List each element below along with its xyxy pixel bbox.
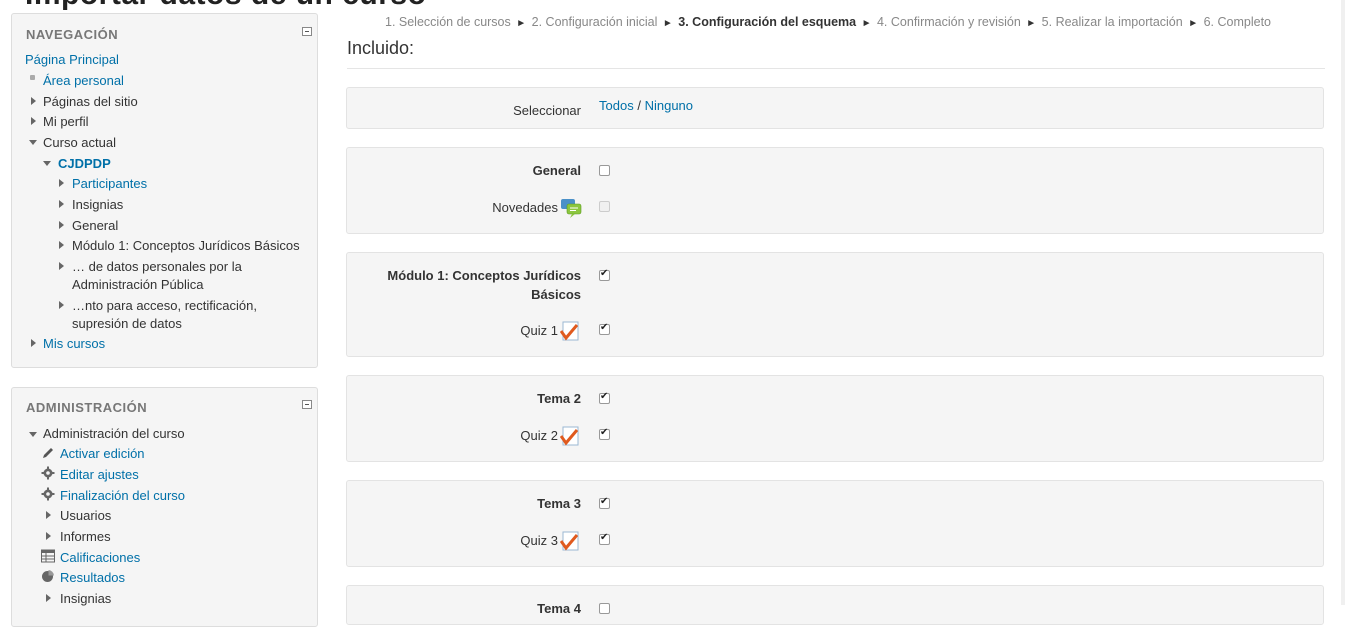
- nav-section-acceso[interactable]: …nto para acceso, rectificación,: [72, 298, 257, 314]
- collapse-arrow-icon[interactable]: [43, 161, 51, 166]
- quiz-icon: [560, 531, 579, 551]
- admin-informes[interactable]: Informes: [60, 529, 111, 545]
- expand-arrow-icon[interactable]: [59, 221, 64, 229]
- navigation-block-title: NAVEGACIÓN: [26, 27, 119, 42]
- step-separator: ►: [516, 18, 527, 29]
- expand-arrow-icon[interactable]: [59, 301, 64, 309]
- expand-arrow-icon[interactable]: [59, 262, 64, 270]
- nav-section-general[interactable]: General: [72, 218, 118, 234]
- nav-mis-cursos[interactable]: Mis cursos: [43, 336, 105, 352]
- admin-activar-edicion[interactable]: Activar edición: [60, 446, 145, 462]
- pencil-icon: [43, 448, 53, 458]
- section-checkbox[interactable]: [599, 496, 610, 509]
- select-none-link[interactable]: Ninguno: [645, 98, 693, 113]
- admin-curso[interactable]: Administración del curso: [43, 426, 185, 442]
- admin-resultados[interactable]: Resultados: [60, 570, 125, 586]
- section-title: Tema 4: [537, 601, 581, 616]
- quiz-icon: [560, 426, 579, 446]
- activity-label: Quiz 3: [520, 533, 558, 548]
- bullet-icon: [30, 75, 35, 80]
- step-separator: ►: [1026, 18, 1037, 29]
- expand-arrow-icon[interactable]: [46, 511, 51, 519]
- expand-arrow-icon[interactable]: [46, 532, 51, 540]
- section-tema-4: Tema 4: [346, 585, 1324, 625]
- section-title: Tema 3: [537, 496, 581, 511]
- step-separator: ►: [662, 18, 673, 29]
- section-checkbox[interactable]: [599, 391, 610, 404]
- nav-section-datos-personales-line2[interactable]: Administración Pública: [72, 277, 204, 293]
- activity-checkbox[interactable]: [599, 201, 610, 212]
- step-6: 6. Completo: [1203, 15, 1271, 29]
- nav-section-modulo1[interactable]: Módulo 1: Conceptos Jurídicos Básicos: [72, 238, 300, 254]
- divider: [347, 68, 1325, 69]
- nav-mi-perfil[interactable]: Mi perfil: [43, 114, 89, 130]
- expand-arrow-icon[interactable]: [31, 97, 36, 105]
- activity-label: Quiz 1: [520, 323, 558, 338]
- collapse-icon[interactable]: [302, 400, 312, 409]
- section-tema-2: Tema 2 Quiz 2: [346, 375, 1324, 462]
- nav-home-link[interactable]: Página Principal: [25, 52, 119, 68]
- import-steps: 1. Selección de cursos ► 2. Configuració…: [385, 15, 1271, 29]
- administration-block-title: ADMINISTRACIÓN: [26, 400, 148, 415]
- nav-section-datos-personales[interactable]: … de datos personales por la: [72, 259, 242, 275]
- forum-icon: [561, 199, 582, 218]
- expand-arrow-icon[interactable]: [59, 179, 64, 187]
- gear-icon: [41, 487, 55, 501]
- included-title: Incluido:: [347, 38, 415, 58]
- collapse-arrow-icon[interactable]: [29, 432, 37, 437]
- activity-label: Novedades: [492, 200, 558, 215]
- step-1: 1. Selección de cursos: [385, 15, 511, 29]
- expand-arrow-icon[interactable]: [59, 200, 64, 208]
- section-title: Tema 2: [537, 391, 581, 406]
- navigation-block: NAVEGACIÓN Página Principal Área persona…: [11, 13, 318, 368]
- step-5: 5. Realizar la importación: [1041, 15, 1183, 29]
- section-checkbox[interactable]: [599, 165, 610, 176]
- activity-checkbox[interactable]: [599, 322, 610, 335]
- expand-arrow-icon[interactable]: [31, 117, 36, 125]
- nav-curso-actual[interactable]: Curso actual: [43, 135, 116, 151]
- step-2: 2. Configuración inicial: [531, 15, 658, 29]
- scrollbar[interactable]: [1341, 0, 1345, 605]
- expand-arrow-icon[interactable]: [59, 241, 64, 249]
- page-heading: Importar datos de un curso: [25, 0, 426, 12]
- nav-section-acceso-line2[interactable]: supresión de datos: [72, 316, 182, 332]
- activity-checkbox[interactable]: [599, 427, 610, 440]
- outcomes-icon: [42, 570, 54, 582]
- section-title: Módulo 1: Conceptos Jurídicos: [387, 268, 581, 283]
- nav-paginas-sitio[interactable]: Páginas del sitio: [43, 94, 138, 110]
- section-title: General: [532, 163, 581, 178]
- step-separator: ►: [1188, 18, 1199, 29]
- expand-arrow-icon[interactable]: [46, 594, 51, 602]
- table-icon: [41, 549, 55, 563]
- section-title-line2: Básicos: [531, 287, 581, 302]
- step-4: 4. Confirmación y revisión: [876, 15, 1021, 29]
- select-row: Seleccionar Todos / Ninguno: [346, 87, 1324, 129]
- administration-block: ADMINISTRACIÓN Administración del curso …: [11, 387, 318, 627]
- section-general: General Novedades: [346, 147, 1324, 234]
- admin-finalizacion-curso[interactable]: Finalización del curso: [60, 488, 185, 504]
- step-separator: ►: [861, 18, 872, 29]
- nav-area-personal[interactable]: Área personal: [43, 73, 124, 89]
- activity-label: Quiz 2: [520, 428, 558, 443]
- collapse-icon[interactable]: [302, 27, 312, 36]
- select-all-link[interactable]: Todos: [599, 98, 634, 113]
- select-label: Seleccionar: [513, 103, 581, 118]
- nav-insignias[interactable]: Insignias: [72, 197, 123, 213]
- nav-course-cjdpdp[interactable]: CJDPDP: [58, 156, 111, 172]
- admin-editar-ajustes[interactable]: Editar ajustes: [60, 467, 139, 483]
- gear-icon: [41, 466, 55, 480]
- expand-arrow-icon[interactable]: [31, 339, 36, 347]
- select-links: Todos / Ninguno: [599, 98, 693, 113]
- select-slash: /: [637, 98, 641, 113]
- section-tema-3: Tema 3 Quiz 3: [346, 480, 1324, 567]
- section-checkbox[interactable]: [599, 268, 610, 281]
- step-3-current: 3. Configuración del esquema: [678, 15, 857, 29]
- activity-checkbox[interactable]: [599, 532, 610, 545]
- admin-usuarios[interactable]: Usuarios: [60, 508, 111, 524]
- collapse-arrow-icon[interactable]: [29, 140, 37, 145]
- nav-participantes[interactable]: Participantes: [72, 176, 147, 192]
- section-modulo-1: Módulo 1: Conceptos Jurídicos Básicos Qu…: [346, 252, 1324, 357]
- admin-calificaciones[interactable]: Calificaciones: [60, 550, 140, 566]
- quiz-icon: [560, 321, 579, 341]
